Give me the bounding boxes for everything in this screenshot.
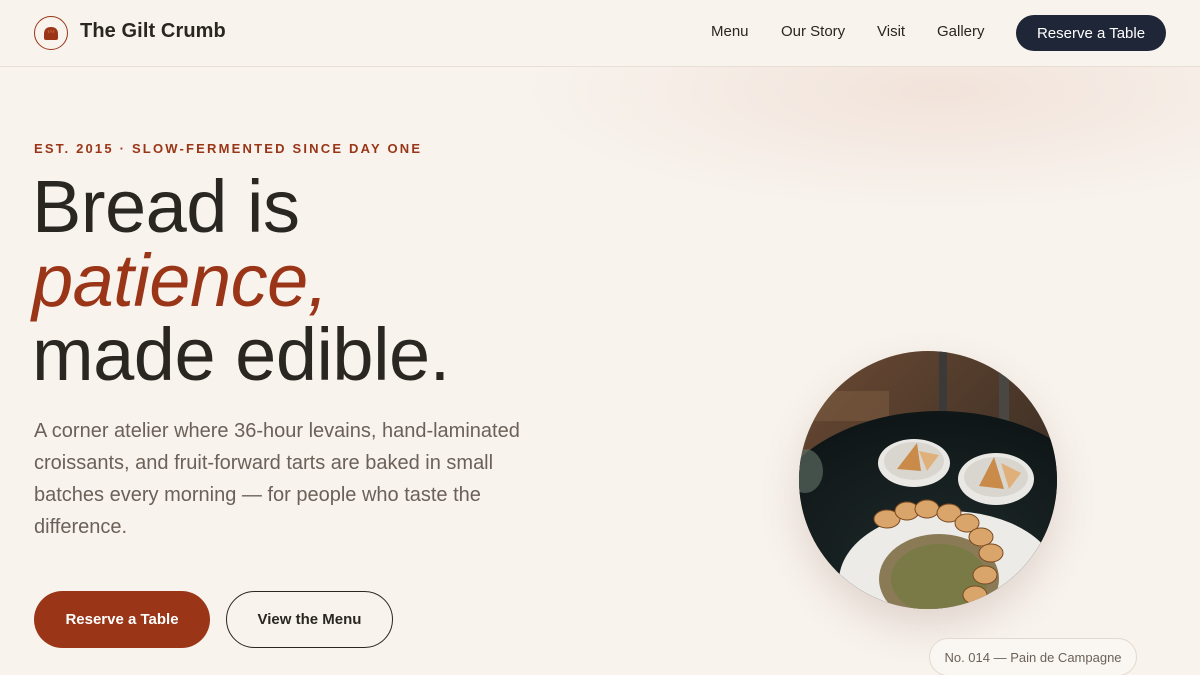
bread-loaf-icon [44, 27, 58, 40]
hero-description: A corner atelier where 36-hour levains, … [34, 420, 520, 538]
nav-gallery[interactable]: Gallery [937, 23, 985, 40]
headline-line-3: made edible. [32, 313, 450, 396]
dish-caption: No. 014 — Pain de Campagne [929, 638, 1137, 675]
nav-our-story[interactable]: Our Story [781, 23, 845, 40]
hero-headline: Bread is patience, made edible. [32, 170, 450, 392]
page: The Gilt Crumb Menu Our Story Visit Gall… [0, 0, 1200, 675]
site-header: The Gilt Crumb Menu Our Story Visit Gall… [0, 0, 1200, 67]
headline-accent: patience, [32, 239, 328, 322]
reserve-table-button[interactable]: Reserve a Table [34, 591, 210, 648]
logo-link[interactable] [34, 16, 68, 50]
view-menu-button[interactable]: View the Menu [226, 591, 393, 648]
nav-menu[interactable]: Menu [711, 23, 749, 40]
nav-visit[interactable]: Visit [877, 23, 905, 40]
header-reserve-button[interactable]: Reserve a Table [1016, 15, 1166, 51]
hero-eyebrow: EST. 2015 · SLOW-FERMENTED SINCE DAY ONE [34, 141, 423, 156]
featured-dish-photo [799, 351, 1057, 609]
brand-name[interactable]: The Gilt Crumb [80, 20, 226, 43]
headline-line-1: Bread is [32, 165, 300, 248]
